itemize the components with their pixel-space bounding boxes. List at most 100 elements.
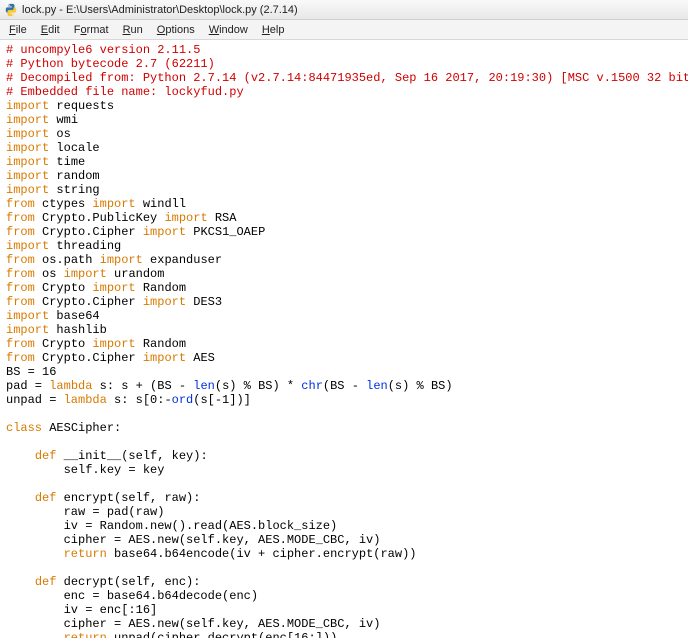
kw-import: import — [6, 239, 49, 253]
kw-import: import — [143, 225, 186, 239]
module: windll — [136, 197, 186, 211]
code-frag: (BS - — [323, 379, 366, 393]
module: Random — [136, 337, 186, 351]
module: urandom — [107, 267, 165, 281]
code-line: iv = enc[:16] — [6, 603, 157, 617]
code-frag: (s[-1])] — [193, 393, 251, 407]
def-line: decrypt(self, enc): — [56, 575, 200, 589]
module: expanduser — [143, 253, 222, 267]
module: AES — [186, 351, 215, 365]
module: ctypes — [35, 197, 93, 211]
code-line: cipher = AES.new(self.key, AES.MODE_CBC,… — [6, 617, 380, 631]
menu-help[interactable]: Help — [255, 24, 292, 36]
module: Crypto.Cipher — [35, 295, 143, 309]
kw-import: import — [6, 183, 49, 197]
module: DES3 — [186, 295, 222, 309]
module: RSA — [208, 211, 237, 225]
code-line: self.key = key — [6, 463, 164, 477]
kw-from: from — [6, 197, 35, 211]
module: hashlib — [49, 323, 107, 337]
def-line: encrypt(self, raw): — [56, 491, 200, 505]
kw-def: def — [35, 575, 57, 589]
module: requests — [49, 99, 114, 113]
menu-bar: File Edit Format Run Options Window Help — [0, 20, 688, 40]
window-title: lock.py - E:\Users\Administrator\Desktop… — [22, 4, 298, 16]
kw-import: import — [143, 295, 186, 309]
kw-from: from — [6, 267, 35, 281]
fn-len: len — [193, 379, 215, 393]
menu-file[interactable]: File — [2, 24, 34, 36]
kw-from: from — [6, 253, 35, 267]
menu-edit[interactable]: Edit — [34, 24, 67, 36]
kw-from: from — [6, 211, 35, 225]
module: base64 — [49, 309, 99, 323]
kw-import: import — [164, 211, 207, 225]
code-frag: (s) % BS) — [388, 379, 453, 393]
module: string — [49, 183, 99, 197]
kw-import: import — [100, 253, 143, 267]
comment-line: # Python bytecode 2.7 (62211) — [6, 57, 215, 71]
class-decl: AESCipher: — [42, 421, 121, 435]
module: os — [49, 127, 71, 141]
fn-len: len — [366, 379, 388, 393]
kw-def: def — [35, 449, 57, 463]
code-line: enc = base64.b64decode(enc) — [6, 589, 258, 603]
module: Crypto.Cipher — [35, 225, 143, 239]
def-line: __init__(self, key): — [56, 449, 207, 463]
kw-import: import — [92, 197, 135, 211]
kw-from: from — [6, 351, 35, 365]
kw-import: import — [6, 141, 49, 155]
module: Random — [136, 281, 186, 295]
module: Crypto.PublicKey — [35, 211, 165, 225]
kw-class: class — [6, 421, 42, 435]
module: time — [49, 155, 85, 169]
kw-import: import — [6, 113, 49, 127]
menu-run[interactable]: Run — [116, 24, 150, 36]
module: PKCS1_OAEP — [186, 225, 265, 239]
menu-format[interactable]: Format — [67, 24, 116, 36]
kw-import: import — [92, 337, 135, 351]
kw-from: from — [6, 281, 35, 295]
kw-import: import — [6, 155, 49, 169]
menu-window[interactable]: Window — [202, 24, 255, 36]
code-frag: base64.b64encode(iv + cipher.encrypt(raw… — [107, 547, 417, 561]
code-line: BS = 16 — [6, 365, 56, 379]
code-line: unpad = — [6, 393, 64, 407]
kw-import: import — [6, 309, 49, 323]
module: locale — [49, 141, 99, 155]
kw-import: import — [6, 99, 49, 113]
kw-from: from — [6, 295, 35, 309]
kw-from: from — [6, 337, 35, 351]
module: Crypto — [35, 337, 93, 351]
python-icon — [4, 3, 18, 17]
kw-lambda: lambda — [49, 379, 92, 393]
code-line: cipher = AES.new(self.key, AES.MODE_CBC,… — [6, 533, 380, 547]
module: wmi — [49, 113, 78, 127]
module: os.path — [35, 253, 100, 267]
code-line: raw = pad(raw) — [6, 505, 164, 519]
module: os — [35, 267, 64, 281]
kw-lambda: lambda — [64, 393, 107, 407]
kw-return: return — [64, 631, 107, 638]
code-frag: s: s + (BS - — [92, 379, 193, 393]
module: Crypto.Cipher — [35, 351, 143, 365]
code-line: pad = — [6, 379, 49, 393]
menu-options[interactable]: Options — [150, 24, 202, 36]
comment-line: # uncompyle6 version 2.11.5 — [6, 43, 200, 57]
code-editor[interactable]: # uncompyle6 version 2.11.5 # Python byt… — [0, 40, 688, 638]
title-bar: lock.py - E:\Users\Administrator\Desktop… — [0, 0, 688, 20]
kw-import: import — [6, 127, 49, 141]
code-frag: unpad(cipher.decrypt(enc[16:])) — [107, 631, 337, 638]
kw-return: return — [64, 547, 107, 561]
code-line: iv = Random.new().read(AES.block_size) — [6, 519, 337, 533]
kw-import: import — [64, 267, 107, 281]
kw-import: import — [6, 169, 49, 183]
fn-chr: chr — [301, 379, 323, 393]
comment-line: # Decompiled from: Python 2.7.14 (v2.7.1… — [6, 71, 688, 85]
kw-import: import — [143, 351, 186, 365]
kw-def: def — [35, 491, 57, 505]
module: threading — [49, 239, 121, 253]
module: Crypto — [35, 281, 93, 295]
code-frag: (s) % BS) * — [215, 379, 301, 393]
kw-from: from — [6, 225, 35, 239]
